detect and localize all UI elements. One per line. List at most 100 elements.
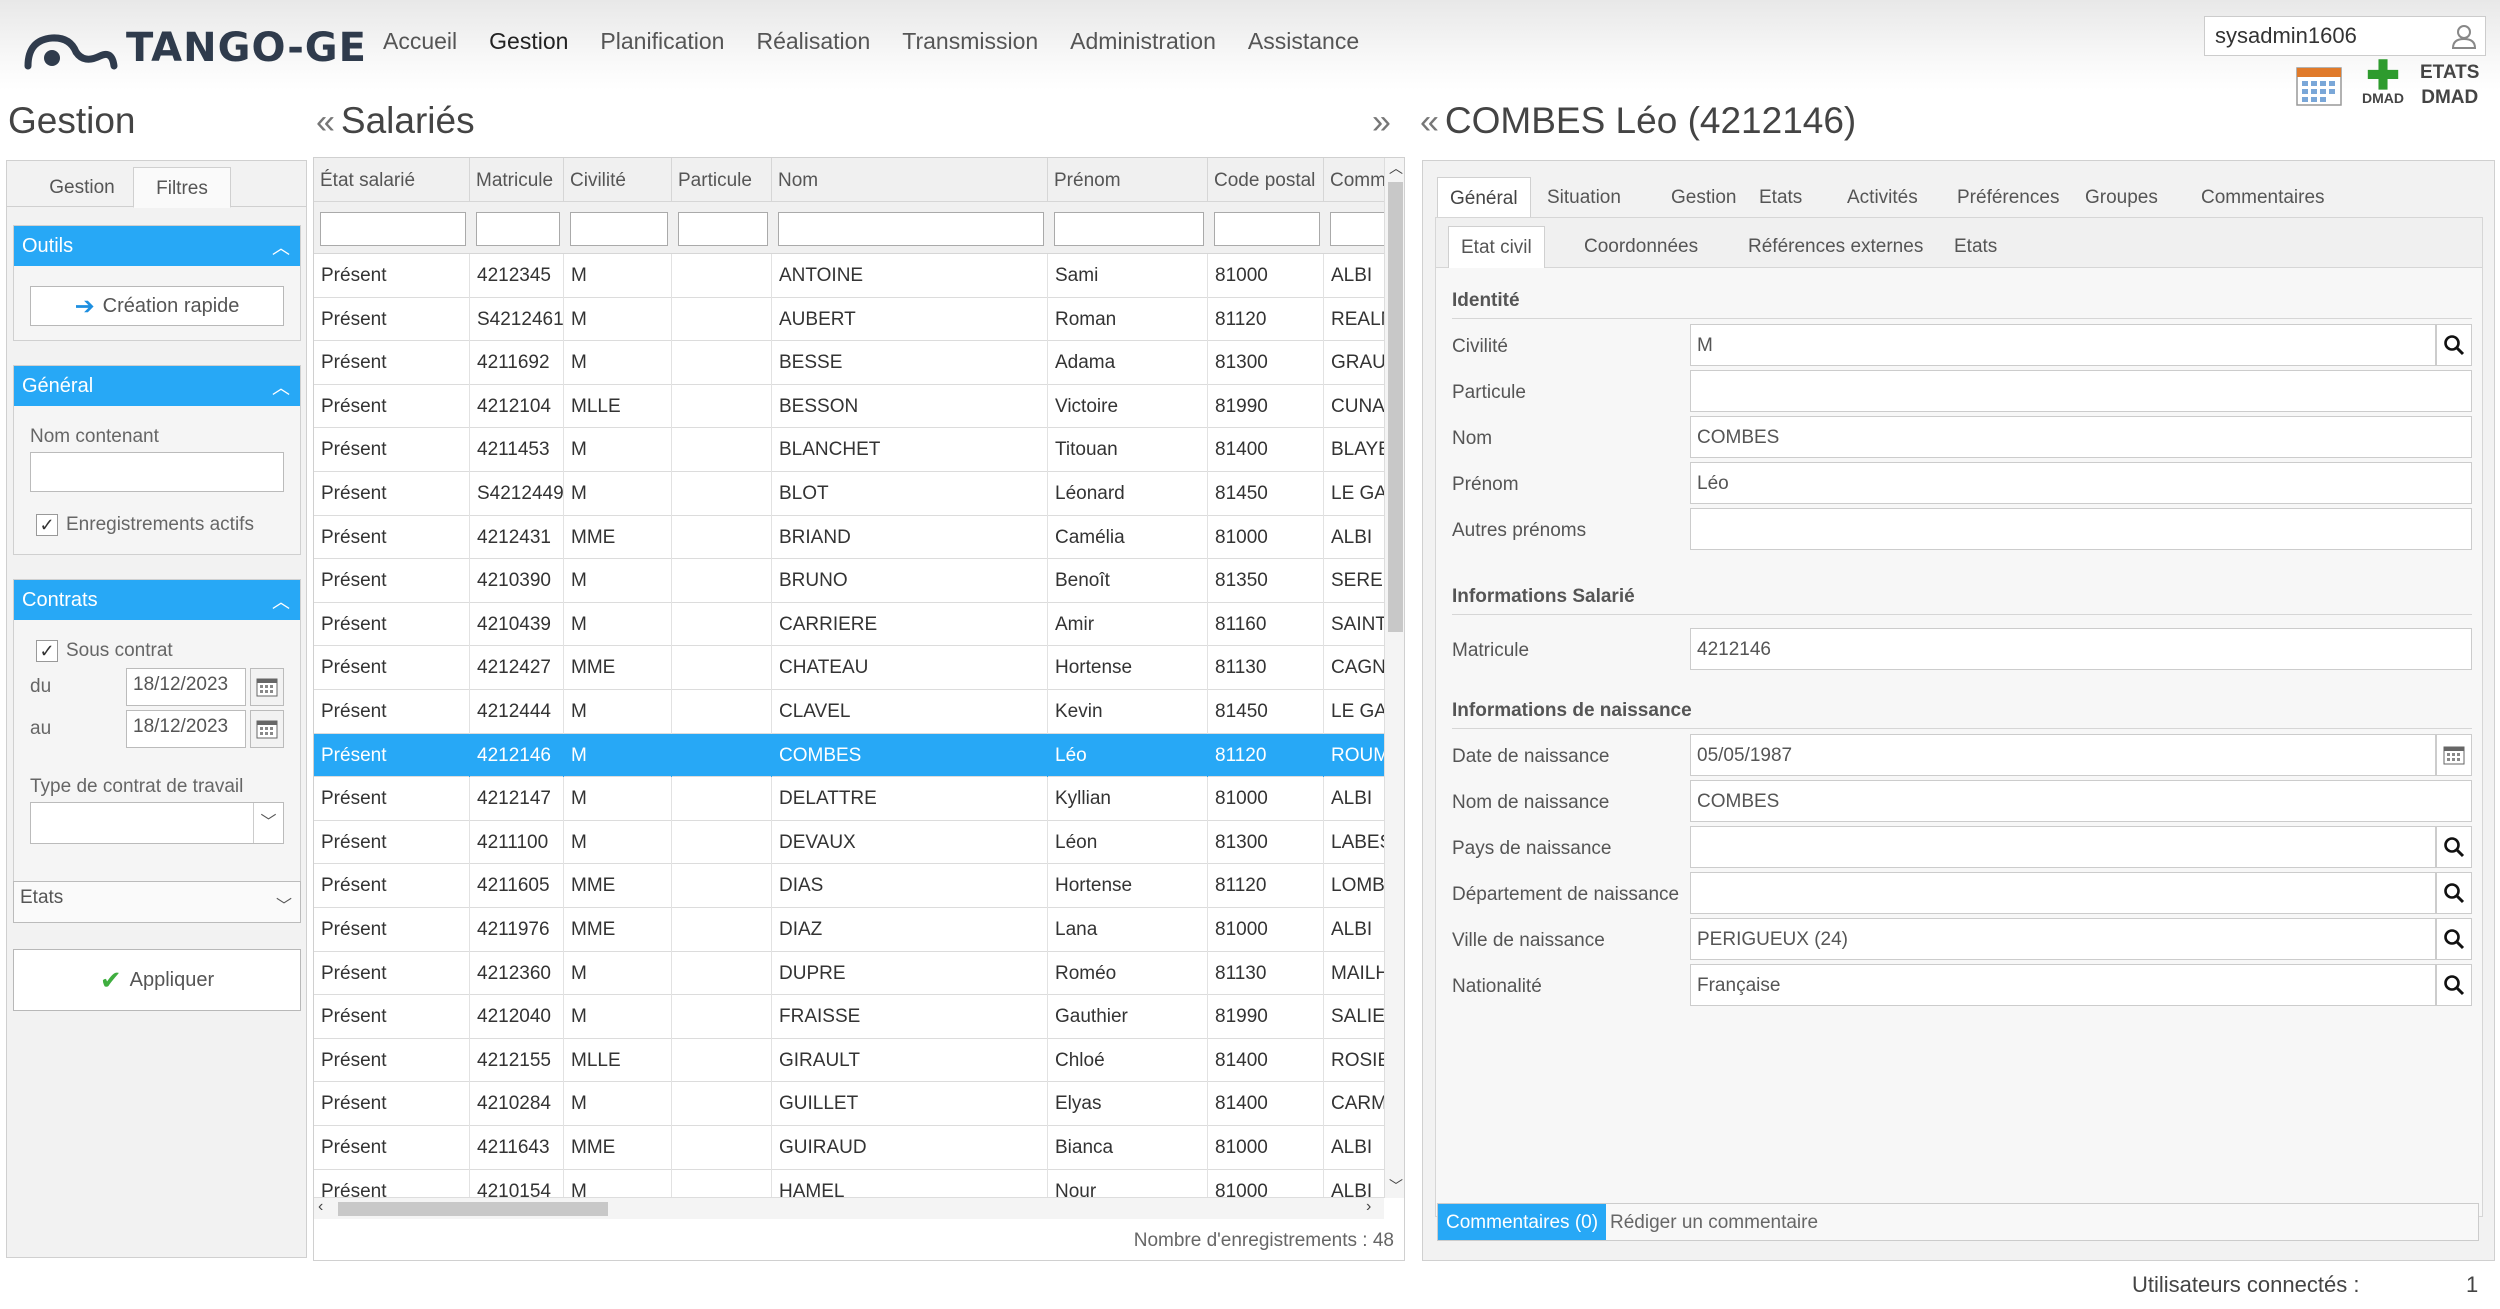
column-header-nom[interactable]: Nom [772, 158, 1048, 202]
column-header-code-postal[interactable]: Code postal [1208, 158, 1324, 202]
under-contract-checkbox[interactable]: ✓ [36, 640, 58, 662]
filter-input-matricule[interactable] [476, 212, 560, 246]
matricule-field[interactable]: 4212146 [1690, 628, 2472, 670]
tab-etats[interactable]: Etats [1747, 177, 1814, 217]
date-from-input[interactable]: 18/12/2023 [126, 668, 246, 706]
menu-assistance[interactable]: Assistance [1248, 22, 1359, 60]
subtab-etats[interactable]: Etats [1942, 226, 2009, 268]
table-row[interactable]: Présent4212360M DUPRERoméo81130MAILHOC [314, 951, 1384, 996]
table-row[interactable]: Présent 4212147 M DELATTRE Kyllian 81000 ALBI [314, 777, 1384, 821]
section-outils-header[interactable]: Outils ︿ [14, 226, 300, 266]
tab-activites[interactable]: Activités [1835, 177, 1930, 217]
tab-filtres[interactable]: Filtres [133, 167, 231, 208]
user-icon[interactable] [2451, 23, 2477, 49]
civilite-field[interactable]: M [1690, 324, 2436, 366]
table-row[interactable]: Présent 4212427 MME CHATEAU Hortense 81130 CAG… [314, 646, 1384, 690]
menu-realisation[interactable]: Réalisation [756, 22, 870, 60]
date-to-input[interactable]: 18/12/2023 [126, 710, 246, 748]
search-icon[interactable] [2436, 918, 2472, 960]
table-row[interactable]: Présent4212155MLLE GIRAULTChloé81400ROSIE… [314, 1038, 1384, 1083]
column-header-prenom[interactable]: Prénom [1048, 158, 1208, 202]
column-header-civilite[interactable]: Civilité [564, 158, 672, 202]
nom-naissance-field[interactable]: COMBES [1690, 780, 2472, 822]
table-row[interactable]: Présent4211605MME DIASHortense81120LOMBER… [314, 864, 1384, 908]
contract-type-select[interactable]: ﹀ [30, 802, 284, 844]
scroll-down-icon[interactable]: ﹀ [1389, 1176, 1403, 1196]
vertical-scrollbar[interactable]: ︿ ﹀ [1384, 158, 1404, 1198]
filter-input-commune[interactable] [1330, 212, 1390, 246]
comments-button[interactable]: Commentaires (0) [1438, 1204, 1607, 1240]
column-header-etat[interactable]: État salarié [314, 158, 470, 202]
table-row[interactable]: Présent4212444M CLAVELKevin81450LE GARRIC [314, 690, 1384, 734]
prenom-field[interactable]: Léo [1690, 462, 2472, 504]
tab-gestion[interactable]: Gestion [1659, 177, 1748, 217]
table-row[interactable]: Présent 4212104 MLLE BESSON Victoire 81990 CUN… [314, 384, 1384, 429]
search-icon[interactable] [2436, 826, 2472, 868]
active-records-checkbox[interactable]: ✓ [36, 514, 58, 536]
column-header-matricule[interactable]: Matricule [470, 158, 564, 202]
ville-naissance-field[interactable]: PERIGUEUX (24) [1690, 918, 2436, 960]
search-icon[interactable] [2436, 964, 2472, 1006]
filter-input-particule[interactable] [678, 212, 768, 246]
pays-naissance-field[interactable] [1690, 826, 2436, 868]
menu-administration[interactable]: Administration [1070, 22, 1216, 60]
calendar-icon[interactable] [250, 668, 284, 706]
search-icon[interactable] [2436, 872, 2472, 914]
date-naissance-field[interactable]: 05/05/1987 [1690, 734, 2436, 776]
departement-naissance-field[interactable] [1690, 872, 2436, 914]
menu-planification[interactable]: Planification [600, 22, 724, 60]
table-row[interactable]: Présent 4211643 MME GUIRAUD Bianca 81000 ALBI [314, 1126, 1384, 1170]
user-box[interactable]: sysadmin1606 [2204, 16, 2486, 56]
tab-general[interactable]: Général [1437, 177, 1531, 217]
table-row[interactable]: Présent 4212040 M FRAISSE Gauthier 81990 SALIE… [314, 995, 1384, 1039]
nom-field[interactable]: COMBES [1690, 416, 2472, 458]
etats-dmad-button[interactable]: ETATS DMAD [2420, 60, 2479, 110]
filter-input-etat[interactable] [320, 212, 466, 246]
horizontal-scrollbar[interactable]: ‹ › [314, 1197, 1384, 1219]
table-row[interactable]: PrésentS4212461M AUBERTRoman81120REALMONT [314, 297, 1384, 342]
nationalite-field[interactable]: Française [1690, 964, 2436, 1006]
menu-accueil[interactable]: Accueil [383, 22, 457, 60]
tab-commentaires[interactable]: Commentaires [2189, 177, 2337, 217]
tab-preferences[interactable]: Préférences [1945, 177, 2071, 217]
section-general-header[interactable]: Général ︿ [14, 366, 300, 406]
table-row[interactable]: Présent 4212431 MME BRIAND Camélia 81000 ALBI [314, 515, 1384, 560]
scroll-up-icon[interactable]: ︿ [1389, 158, 1403, 178]
calendar-icon[interactable] [2296, 64, 2342, 106]
collapse-left-icon[interactable]: « [316, 103, 335, 141]
subtab-coordonnees[interactable]: Coordonnées [1572, 226, 1710, 268]
table-row[interactable]: Présent4212146M COMBESLéo81120ROUMANOU [314, 733, 1384, 778]
menu-transmission[interactable]: Transmission [902, 22, 1038, 60]
autres-prenoms-field[interactable] [1690, 508, 2472, 550]
subtab-etat-civil[interactable]: Etat civil [1448, 226, 1545, 268]
quick-create-button[interactable]: ➔ Création rapide [30, 286, 284, 326]
name-contains-input[interactable] [30, 452, 284, 492]
tab-groupes[interactable]: Groupes [2073, 177, 2170, 217]
menu-gestion[interactable]: Gestion [489, 22, 568, 60]
apply-button[interactable]: ✔ Appliquer [13, 949, 301, 1011]
scrollbar-thumb[interactable] [1388, 182, 1403, 632]
expand-right-icon[interactable]: » [1372, 100, 1397, 142]
subtab-references-externes[interactable]: Références externes [1736, 226, 1935, 268]
scroll-right-icon[interactable]: › [1366, 1198, 1371, 1216]
table-row[interactable]: Présent4210284M GUILLETElyas81400CARMAUX [314, 1082, 1384, 1126]
collapse-detail-icon[interactable]: « [1420, 103, 1439, 141]
logo[interactable]: TANGO-GE [22, 22, 367, 74]
tab-situation[interactable]: Situation [1535, 177, 1633, 217]
table-row[interactable]: Présent4211692M BESSEAdama81300GRAULHET [314, 341, 1384, 385]
table-row[interactable]: Présent 4211976 MME DIAZ Lana 81000 ALBI [314, 908, 1384, 952]
calendar-icon[interactable] [2436, 734, 2472, 776]
table-row[interactable]: Présent 4212345 M ANTOINE Sami 81000 ALBI [314, 254, 1384, 298]
table-row[interactable]: Présent4210439M CARRIEREAmir81160SAINT-JU… [314, 602, 1384, 647]
filter-input-nom[interactable] [778, 212, 1044, 246]
scroll-left-icon[interactable]: ‹ [318, 1198, 323, 1216]
table-row[interactable]: Présent4210390M BRUNOBenoît81350SERENAC [314, 559, 1384, 603]
particule-field[interactable] [1690, 370, 2472, 412]
filter-input-code-postal[interactable] [1214, 212, 1320, 246]
table-row[interactable]: Présent 4210154 M HAMEL Nour 81000 ALBI [314, 1169, 1384, 1197]
table-row[interactable]: Présent4211100M DEVAUXLéon81300LABESSIERE [314, 820, 1384, 865]
filter-input-prenom[interactable] [1054, 212, 1204, 246]
table-row[interactable]: PrésentS4212449M BLOTLéonard81450LE GARRI… [314, 472, 1384, 516]
write-comment-link[interactable]: Rédiger un commentaire [1610, 1212, 1818, 1234]
section-contrats-header[interactable]: Contrats ︿ [14, 580, 300, 620]
